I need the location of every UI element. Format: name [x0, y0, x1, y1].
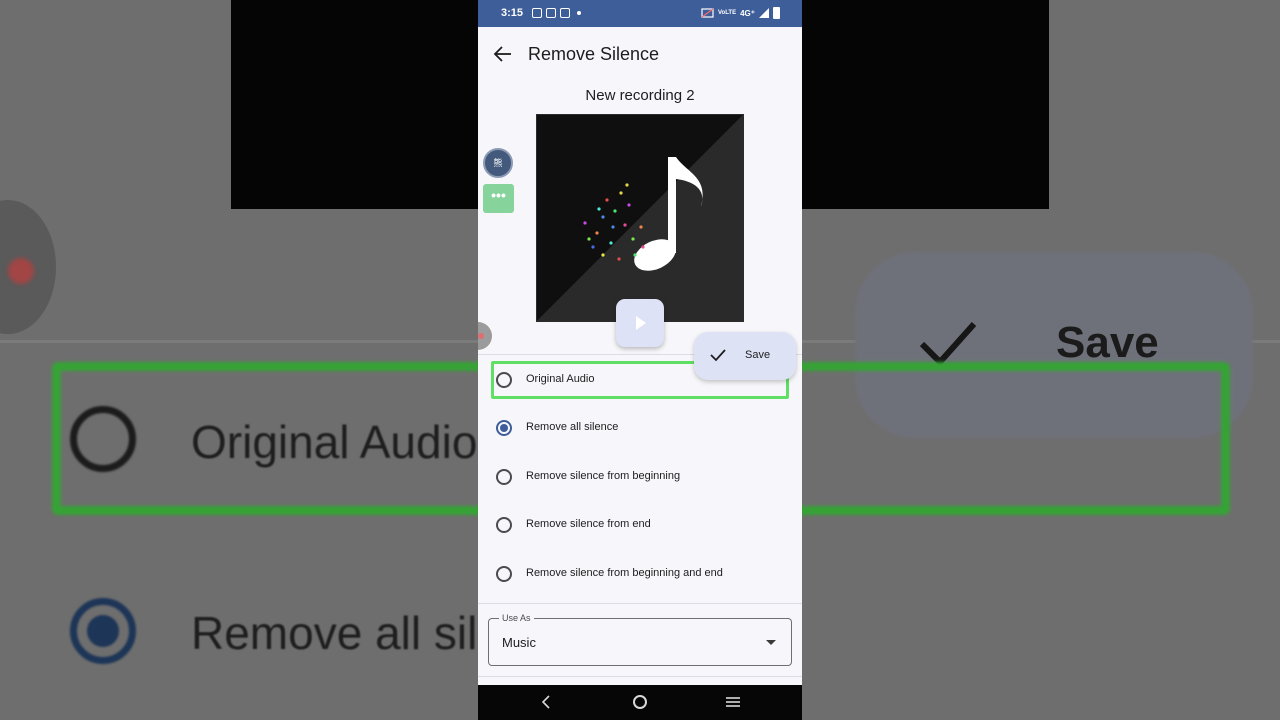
radio-icon[interactable] [496, 517, 512, 533]
option-remove-silence-both[interactable]: Remove silence from beginning and end [478, 550, 802, 598]
check-icon [710, 349, 726, 362]
bg-option-text: Original Audio [191, 416, 478, 468]
battery-icon [773, 7, 780, 19]
album-artwork [536, 114, 744, 322]
status-time: 3:15 [501, 7, 524, 19]
arrow-left-icon[interactable] [492, 43, 514, 65]
option-label: Remove silence from beginning [526, 470, 681, 482]
use-as-dropdown[interactable]: Music [488, 618, 792, 666]
save-label: Save [745, 349, 771, 361]
status-bar: 3:15 VoLTE 4G⁺ [478, 0, 802, 27]
save-button[interactable]: Save [694, 332, 796, 380]
floating-record-button[interactable] [478, 322, 492, 350]
bg-check-icon [919, 321, 977, 367]
divider [478, 603, 802, 604]
use-as-label: Use As [499, 613, 534, 623]
option-remove-all-silence[interactable]: Remove all silence [478, 404, 802, 452]
signal-icon [759, 8, 769, 18]
radio-selected-icon[interactable] [496, 420, 512, 436]
use-as-value: Music [502, 635, 536, 650]
bg-option-text: Remove all sile [191, 607, 503, 659]
option-label: Remove silence from end [526, 518, 651, 530]
volte-label: VoLTE [717, 10, 737, 16]
music-note-icon [583, 157, 703, 271]
network-label: 4G⁺ [740, 8, 755, 18]
option-label: Remove silence from beginning and end [526, 567, 723, 579]
dropdown-arrow-icon[interactable] [766, 640, 776, 645]
nav-recents-icon[interactable] [726, 696, 740, 708]
cast-icon [701, 8, 714, 18]
system-icons: VoLTE 4G⁺ [701, 7, 780, 19]
option-remove-silence-end[interactable]: Remove silence from end [478, 501, 802, 549]
radio-icon[interactable] [496, 566, 512, 582]
phone-screen: 3:15 VoLTE 4G⁺ Remove Silence New record… [478, 0, 802, 720]
app-bar: Remove Silence [478, 27, 802, 83]
page-title: Remove Silence [528, 44, 660, 64]
more-notifications-icon [577, 11, 581, 15]
radio-icon[interactable] [496, 469, 512, 485]
floating-more-button[interactable]: ••• [483, 184, 514, 213]
facebook-icon [532, 8, 542, 18]
bg-radio-icon [70, 406, 136, 472]
play-button[interactable] [616, 299, 664, 347]
option-label: Remove all silence [526, 421, 619, 433]
floating-avatar[interactable]: 熊 [483, 148, 513, 178]
bg-radio-selected-icon [70, 598, 136, 664]
system-nav-bar [478, 685, 802, 720]
divider [478, 676, 802, 677]
bg-save-label: Save [1056, 318, 1159, 367]
recording-name: New recording 2 [585, 87, 695, 104]
notification-icons [532, 8, 581, 18]
play-icon [636, 316, 646, 330]
nav-back-icon[interactable] [541, 695, 551, 709]
instagram-icon [546, 8, 556, 18]
nav-home-icon[interactable] [633, 695, 647, 709]
instagram-icon [560, 8, 570, 18]
option-remove-silence-beginning[interactable]: Remove silence from beginning [478, 453, 802, 501]
bg-record-dot [0, 200, 56, 334]
